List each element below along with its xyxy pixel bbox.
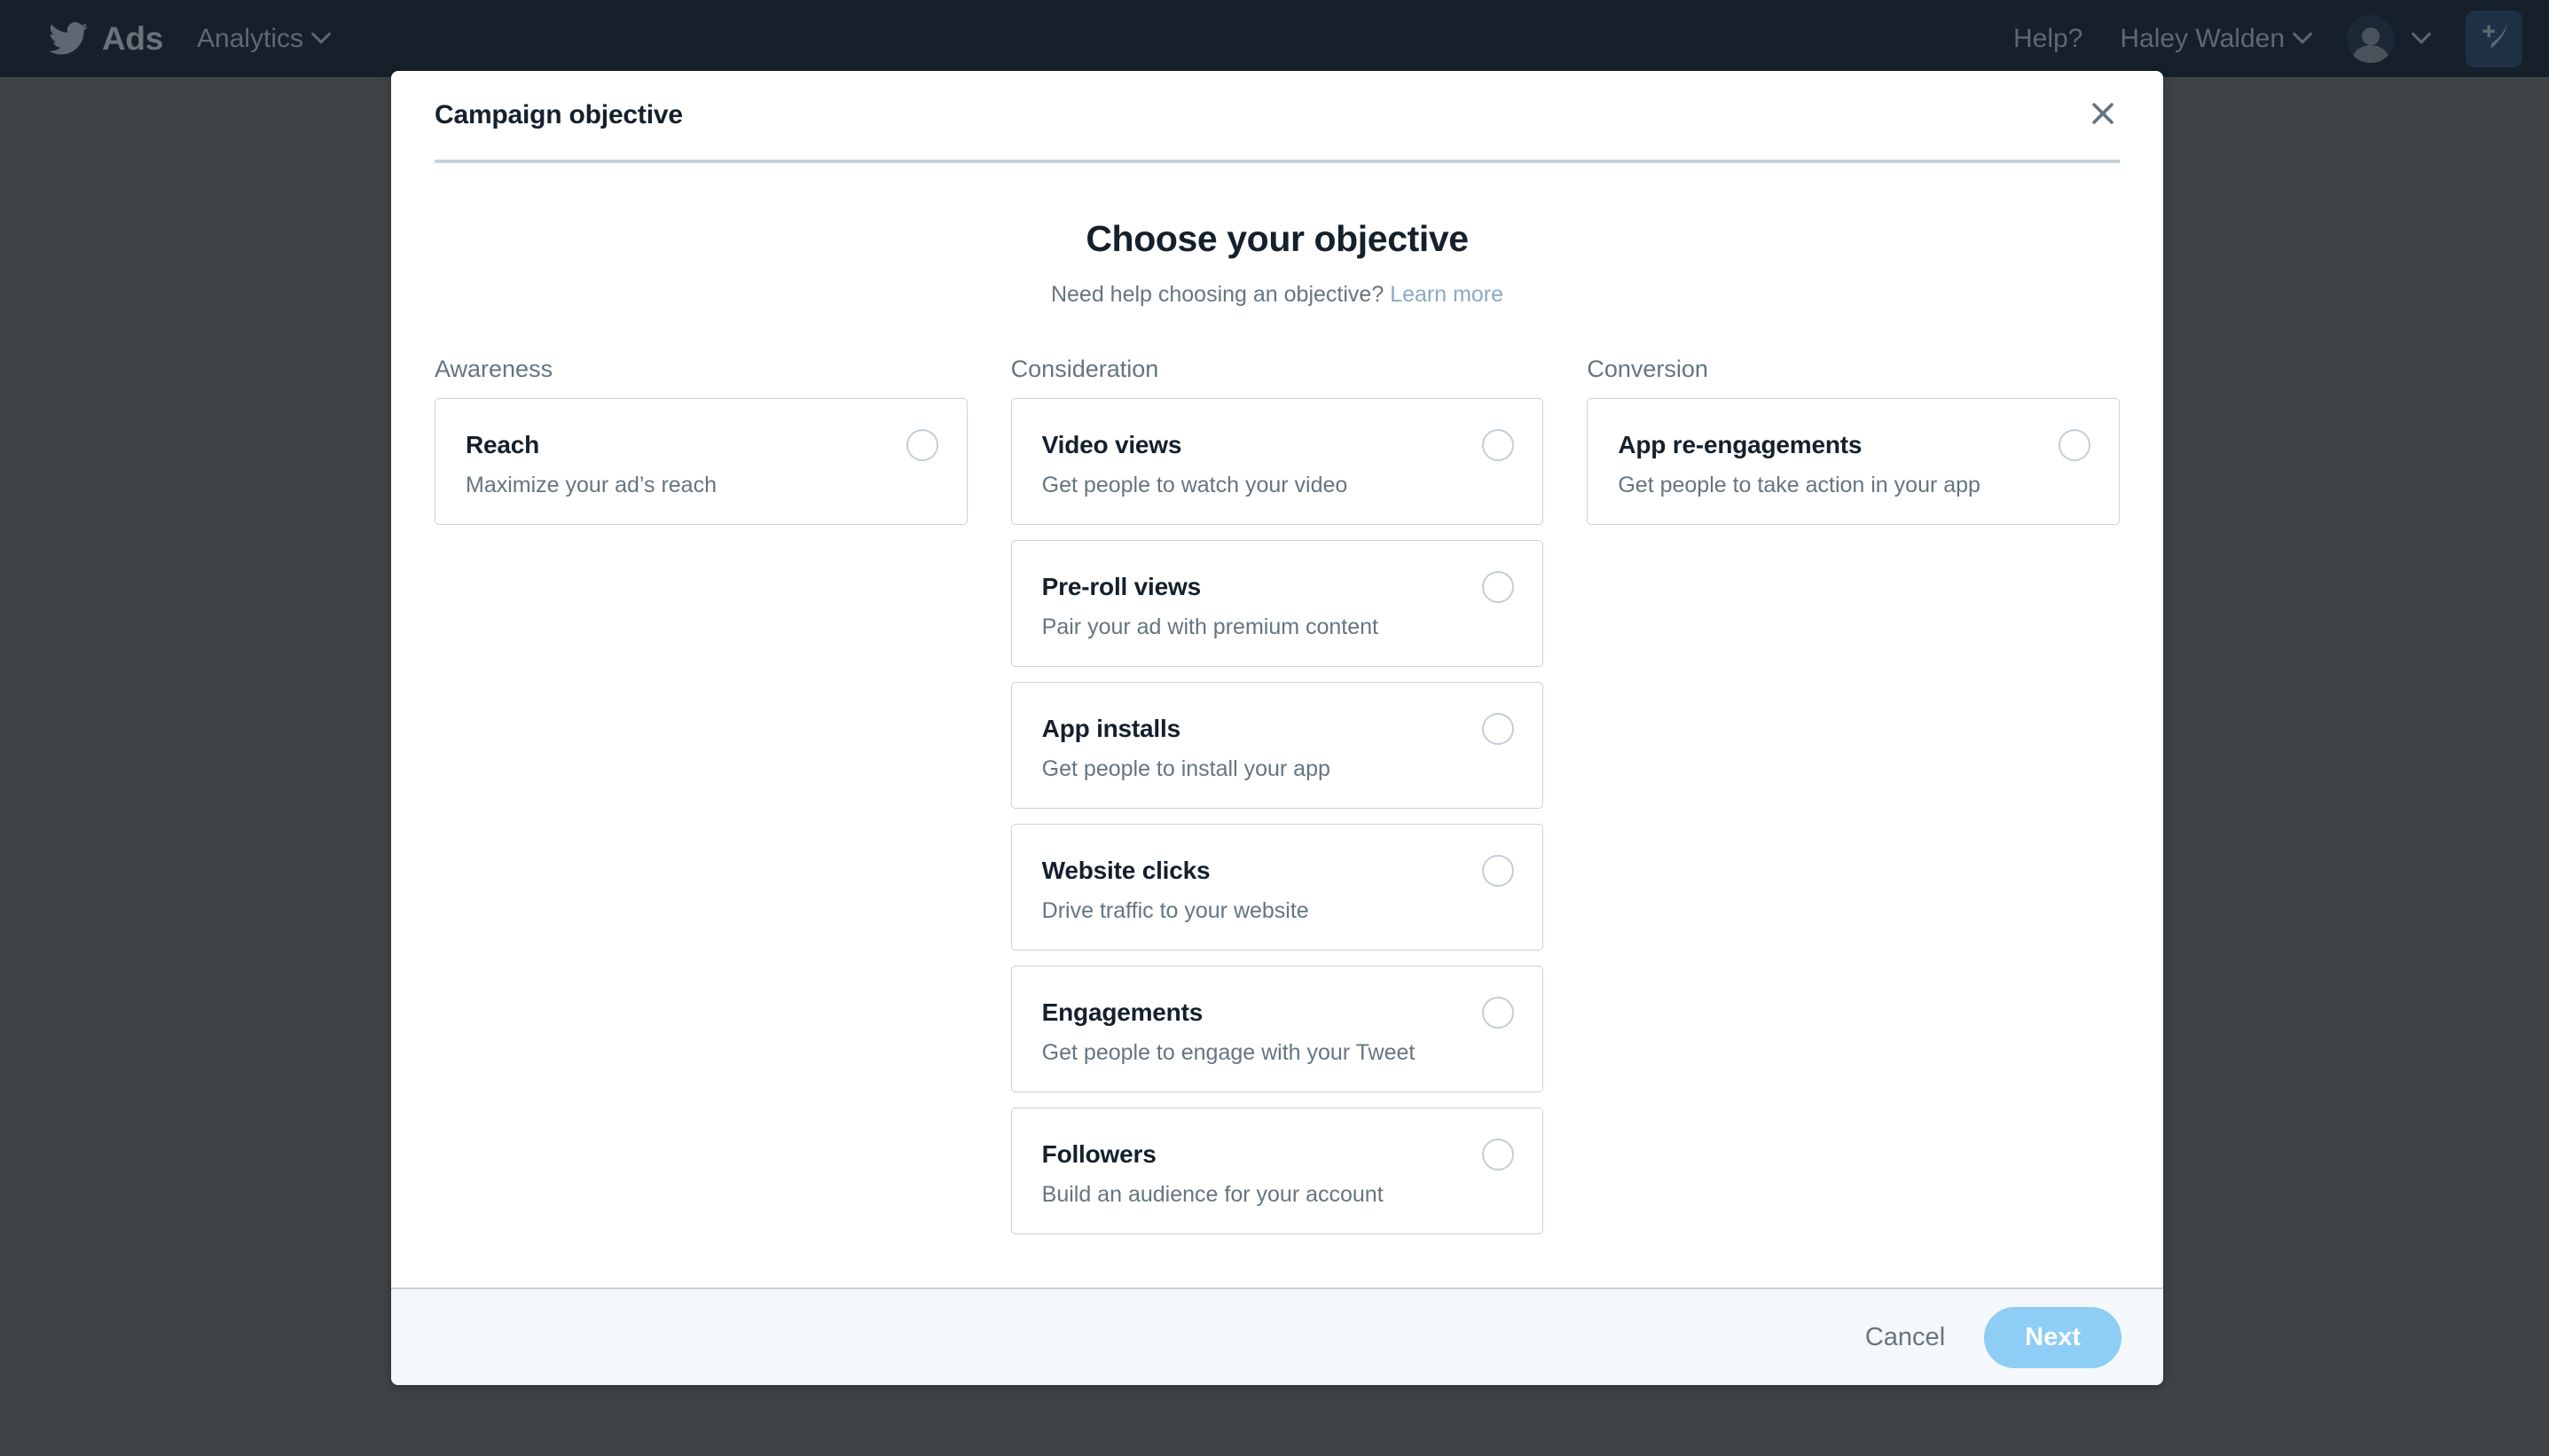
account-name-label: Haley Walden <box>2120 26 2285 52</box>
objective-card-title: Followers <box>1042 1140 1513 1169</box>
objective-card-description: Build an audience for your account <box>1042 1181 1513 1208</box>
objective-card-app-installs[interactable]: App installs Get people to install your … <box>1011 682 1544 809</box>
objective-card-description: Get people to take action in your app <box>1618 472 2089 498</box>
chevron-down-icon <box>2293 24 2313 44</box>
objective-card-title: Pre-roll views <box>1042 573 1513 601</box>
avatar-menu[interactable] <box>2347 15 2428 63</box>
objective-columns: Awareness Reach Maximize your ad’s reach… <box>435 357 2120 1249</box>
compose-tweet-icon <box>2476 19 2512 59</box>
close-button[interactable] <box>2082 95 2123 136</box>
nav-analytics-label: Analytics <box>197 26 303 52</box>
modal-body: Choose your objective Need help choosing… <box>391 163 2163 1288</box>
column-title: Consideration <box>1011 357 1544 381</box>
twitter-bird-icon <box>49 22 88 56</box>
nav-item-analytics[interactable]: Analytics <box>197 26 328 52</box>
objective-card-description: Maximize your ad’s reach <box>466 472 937 498</box>
brand-label: Ads <box>102 22 163 55</box>
objective-card-title: Engagements <box>1042 998 1513 1027</box>
objective-column-awareness: Awareness Reach Maximize your ad’s reach <box>435 357 968 1249</box>
column-title: Awareness <box>435 357 968 381</box>
objective-card-title: App re-engagements <box>1618 431 2089 459</box>
objective-card-description: Get people to watch your video <box>1042 472 1513 498</box>
objective-card-pre-roll-views[interactable]: Pre-roll views Pair your ad with premium… <box>1011 540 1544 667</box>
modal-header: Campaign objective <box>391 71 2163 160</box>
objective-card-description: Get people to install your app <box>1042 755 1513 782</box>
objective-card-description: Drive traffic to your website <box>1042 897 1513 924</box>
objective-card-video-views[interactable]: Video views Get people to watch your vid… <box>1011 398 1544 525</box>
brand-logo[interactable]: Ads <box>49 22 163 56</box>
objective-column-conversion: Conversion App re-engagements Get people… <box>1587 357 2120 1249</box>
nav-help-label: Help? <box>2013 26 2082 52</box>
objective-card-app-re-engagements[interactable]: App re-engagements Get people to take ac… <box>1587 398 2120 525</box>
objective-card-followers[interactable]: Followers Build an audience for your acc… <box>1011 1108 1544 1234</box>
next-button[interactable]: Next <box>1984 1307 2122 1368</box>
modal-title: Campaign objective <box>435 100 683 130</box>
compose-tweet-button[interactable] <box>2466 11 2522 67</box>
learn-more-link[interactable]: Learn more <box>1390 282 1503 307</box>
help-subtitle: Need help choosing an objective? Learn m… <box>435 282 2120 308</box>
help-subtitle-text: Need help choosing an objective? <box>1051 282 1384 307</box>
objective-column-consideration: Consideration Video views Get people to … <box>1011 357 1544 1249</box>
objective-card-title: Website clicks <box>1042 857 1513 885</box>
objective-card-reach[interactable]: Reach Maximize your ad’s reach <box>435 398 968 525</box>
close-icon <box>2088 98 2118 133</box>
column-title: Conversion <box>1587 357 2120 381</box>
objective-card-engagements[interactable]: Engagements Get people to engage with yo… <box>1011 966 1544 1092</box>
objective-card-description: Pair your ad with premium content <box>1042 614 1513 640</box>
modal-footer: Cancel Next <box>391 1288 2163 1385</box>
nav-left-group: Ads Analytics <box>49 22 328 56</box>
objective-card-website-clicks[interactable]: Website clicks Drive traffic to your web… <box>1011 824 1544 951</box>
top-navigation-bar: Ads Analytics Help? Haley Walden <box>0 0 2549 77</box>
objective-card-title: Reach <box>466 431 937 459</box>
page-title: Choose your objective <box>435 218 2120 260</box>
nav-item-account[interactable]: Haley Walden <box>2120 26 2310 52</box>
chevron-down-icon <box>311 24 332 44</box>
avatar <box>2347 15 2395 63</box>
objective-card-title: App installs <box>1042 715 1513 743</box>
objective-card-description: Get people to engage with your Tweet <box>1042 1039 1513 1066</box>
nav-right-group: Help? Haley Walden <box>2013 11 2522 67</box>
chevron-down-icon <box>2412 24 2432 44</box>
objective-radio-button[interactable] <box>906 429 938 461</box>
objective-card-title: Video views <box>1042 431 1513 459</box>
nav-item-help[interactable]: Help? <box>2013 26 2082 52</box>
cancel-button[interactable]: Cancel <box>1846 1312 1965 1363</box>
campaign-objective-modal: Campaign objective Choose your objective… <box>391 71 2163 1385</box>
objective-radio-button[interactable] <box>2059 429 2090 461</box>
